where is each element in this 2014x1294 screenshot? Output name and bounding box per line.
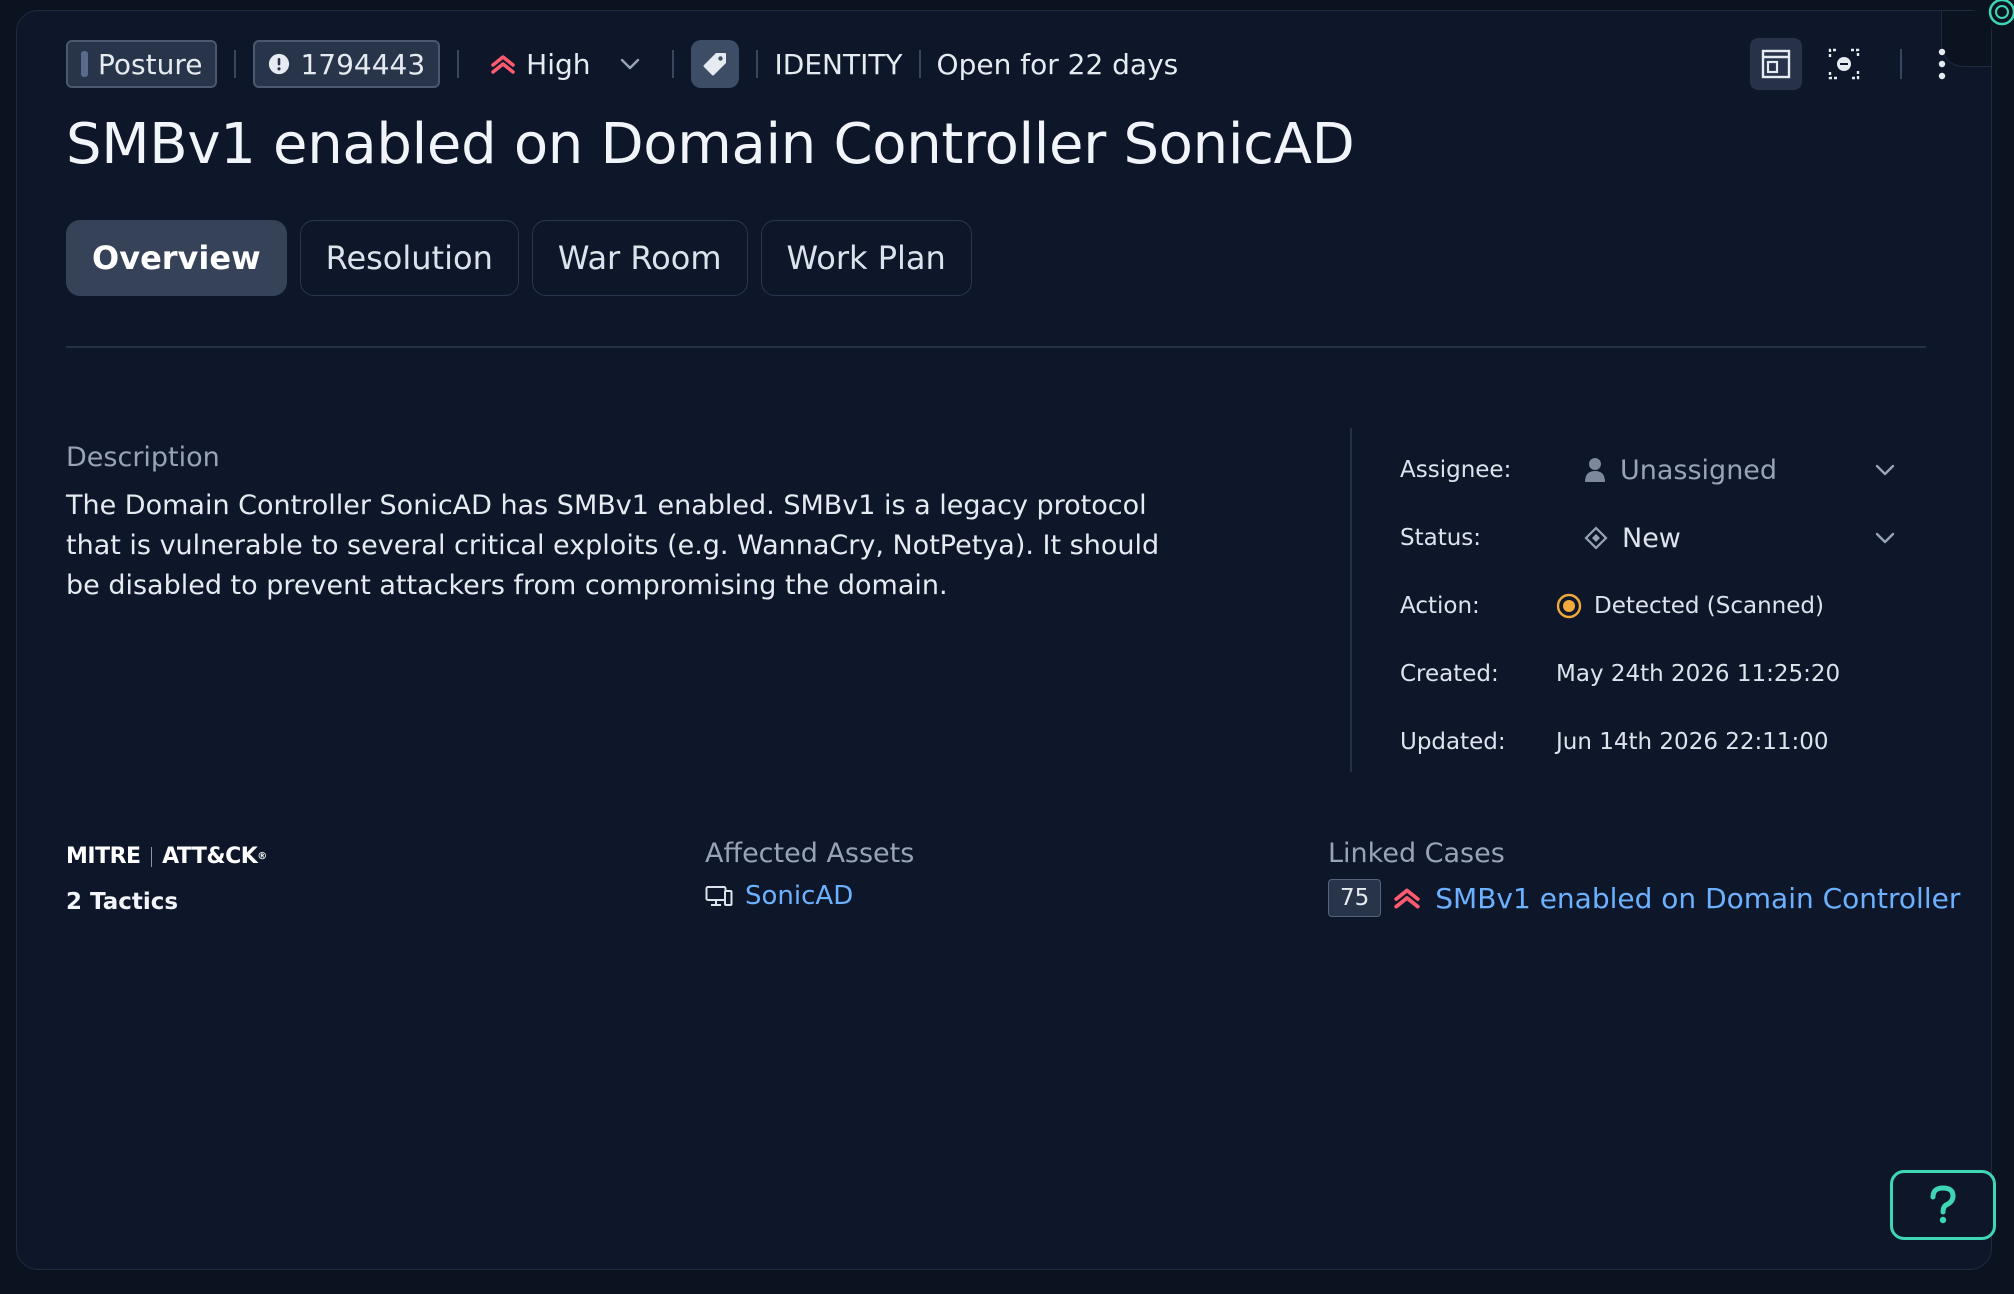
- separator: [671, 50, 674, 78]
- assignee-label: Assignee:: [1400, 457, 1512, 483]
- chevron-down-icon: [1875, 532, 1895, 544]
- asset-link[interactable]: SonicAD: [705, 881, 914, 911]
- severity-label: High: [526, 47, 591, 81]
- alert-title: SMBv1 enabled on Domain Controller Sonic…: [66, 112, 1355, 177]
- action-value: Detected (Scanned): [1594, 593, 1824, 619]
- more-options-button[interactable]: [1930, 38, 1954, 90]
- column-divider: [1350, 428, 1352, 772]
- updated-label: Updated:: [1400, 729, 1506, 755]
- separator: [755, 50, 758, 78]
- mitre-logo-divider: [150, 846, 153, 867]
- asset-name: SonicAD: [745, 881, 854, 911]
- category-chip[interactable]: Posture: [66, 40, 218, 88]
- warning-icon: [269, 53, 290, 75]
- category-color-bar: [81, 51, 88, 77]
- properties-panel: Assignee: Unassigned Status: New Action:…: [1400, 436, 1916, 776]
- tab-overview[interactable]: Overview: [66, 220, 287, 296]
- linked-cases-label: Linked Cases: [1328, 838, 1505, 869]
- linked-case-title: SMBv1 enabled on Domain Controller: [1435, 881, 1961, 915]
- brand-logo-icon: [1988, 0, 2014, 26]
- help-icon: [1930, 1185, 1956, 1224]
- layout-panel-icon: [1761, 49, 1791, 79]
- created-value: May 24th 2026 11:25:20: [1556, 661, 1841, 687]
- separator: [918, 50, 921, 78]
- status-dropdown[interactable]: New: [1556, 523, 1916, 554]
- linked-case-row[interactable]: 75 SMBv1 enabled on Domain Controller: [1328, 879, 1960, 917]
- help-button[interactable]: [1890, 1170, 1996, 1240]
- tab-resolution[interactable]: Resolution: [299, 220, 519, 296]
- status-diamond-icon: [1584, 526, 1608, 550]
- severity-up-icon: [1393, 886, 1421, 910]
- mitre-logo-right: ATT&CK: [162, 844, 258, 869]
- header-divider: [66, 346, 1926, 348]
- alert-id: 1794443: [300, 47, 426, 81]
- alert-id-chip[interactable]: 1794443: [253, 40, 441, 88]
- separator: [1900, 49, 1902, 79]
- mitre-logo-left: MITRE: [66, 844, 141, 869]
- action-value-wrap: Detected (Scanned): [1556, 593, 1916, 619]
- severity-dropdown[interactable]: High: [476, 40, 654, 88]
- tab-war-room[interactable]: War Room: [531, 220, 748, 296]
- assignee-value: Unassigned: [1620, 454, 1778, 486]
- detected-dot-icon: [1556, 593, 1582, 619]
- mitre-attack-logo: MITRE ATT&CK ®: [66, 844, 267, 869]
- description-text: The Domain Controller SonicAD has SMBv1 …: [66, 490, 1160, 601]
- status-row: Status: New: [1400, 504, 1916, 572]
- action-label: Action:: [1400, 593, 1480, 619]
- action-row: Action: Detected (Scanned): [1400, 572, 1916, 640]
- focus-icon: [1828, 48, 1860, 80]
- chevron-down-icon: [620, 58, 639, 70]
- more-vertical-icon: [1938, 48, 1946, 80]
- mitre-section: MITRE ATT&CK ® 2 Tactics: [66, 844, 267, 915]
- open-duration: Open for 22 days: [936, 47, 1179, 81]
- mitre-logo-registered: ®: [257, 851, 267, 862]
- chevron-down-icon: [1875, 464, 1895, 476]
- tag-button[interactable]: [690, 40, 739, 88]
- created-row: Created: May 24th 2026 11:25:20: [1400, 640, 1916, 708]
- header-toolbar: [1750, 38, 1954, 90]
- affected-assets-section: Affected Assets SonicAD: [705, 838, 914, 911]
- layout-toggle-button[interactable]: [1750, 38, 1802, 90]
- category-label: Posture: [98, 47, 203, 81]
- tab-bar: Overview Resolution War Room Work Plan: [66, 220, 972, 296]
- separator: [457, 50, 460, 78]
- user-icon: [1584, 457, 1606, 483]
- assignee-row: Assignee: Unassigned: [1400, 436, 1916, 504]
- severity-up-icon: [491, 55, 515, 74]
- status-value: New: [1622, 522, 1681, 554]
- focus-mode-button[interactable]: [1818, 38, 1870, 90]
- tag-icon: [703, 53, 726, 76]
- case-id-badge: 75: [1328, 879, 1382, 917]
- source-label: IDENTITY: [774, 47, 903, 81]
- separator: [234, 50, 237, 78]
- linked-cases-section: Linked Cases 75 SMBv1 enabled on Domain …: [1328, 838, 1960, 917]
- status-label: Status:: [1400, 525, 1482, 551]
- assignee-dropdown[interactable]: Unassigned: [1556, 455, 1916, 486]
- affected-assets-label: Affected Assets: [705, 838, 915, 869]
- updated-row: Updated: Jun 14th 2026 22:11:00: [1400, 708, 1916, 776]
- description-label: Description: [66, 442, 220, 473]
- updated-value: Jun 14th 2026 22:11:00: [1556, 729, 1829, 755]
- tab-work-plan[interactable]: Work Plan: [760, 220, 972, 296]
- tactics-count[interactable]: 2 Tactics: [66, 889, 267, 915]
- created-label: Created:: [1400, 661, 1499, 687]
- alert-header: Posture 1794443 High IDENTITY Open for 2…: [66, 34, 1178, 94]
- computer-icon: [705, 885, 733, 907]
